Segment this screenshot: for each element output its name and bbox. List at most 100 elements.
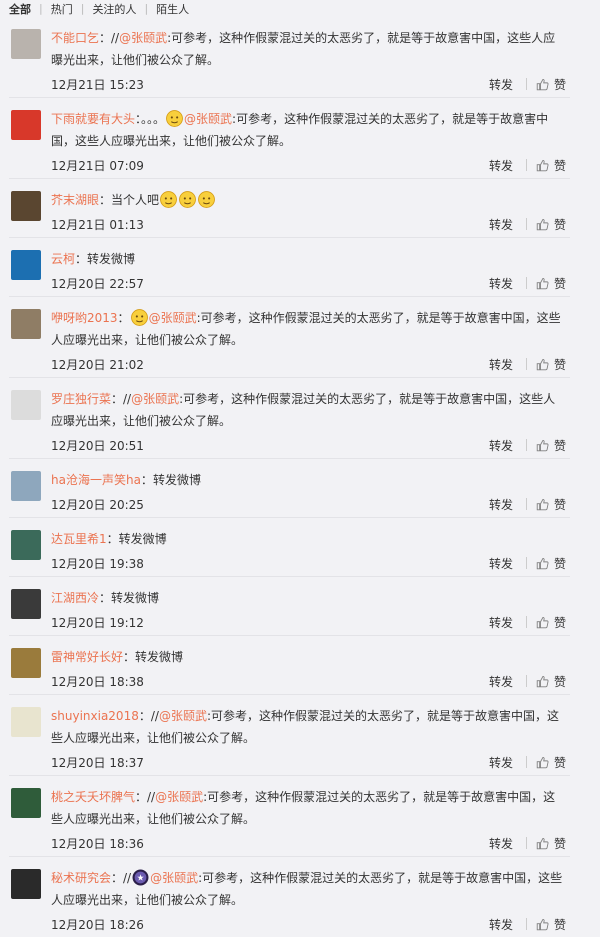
action-divider bbox=[525, 218, 527, 230]
separator: ： bbox=[99, 193, 112, 207]
forward-button[interactable]: 转发 bbox=[489, 76, 513, 93]
avatar[interactable] bbox=[11, 471, 41, 501]
action-divider bbox=[525, 837, 527, 849]
username-link[interactable]: shuyinxia2018 bbox=[51, 709, 139, 723]
thumb-up-icon bbox=[536, 439, 549, 451]
comment-text: 达瓦里希1：转发微博 bbox=[51, 528, 566, 550]
action-divider bbox=[525, 756, 527, 768]
comment-text: 下雨就要有大头：。。。 @张颐武:可参考，这种作假蒙混过关的太恶劣了，就是等于故意… bbox=[51, 108, 566, 152]
avatar[interactable] bbox=[11, 589, 41, 619]
comment-content: 转发微博 bbox=[87, 252, 136, 266]
avatar[interactable] bbox=[11, 309, 41, 339]
action-divider bbox=[525, 498, 527, 510]
forward-button[interactable]: 转发 bbox=[489, 275, 513, 292]
like-button[interactable]: 赞 bbox=[536, 916, 566, 933]
like-button[interactable]: 赞 bbox=[536, 496, 566, 513]
like-button[interactable]: 赞 bbox=[536, 157, 566, 174]
forward-button[interactable]: 转发 bbox=[489, 157, 513, 174]
username-link[interactable]: 罗庄独行菜 bbox=[51, 392, 111, 406]
forward-button[interactable]: 转发 bbox=[489, 496, 513, 513]
forward-button[interactable]: 转发 bbox=[489, 356, 513, 373]
like-button[interactable]: 赞 bbox=[536, 835, 566, 852]
action-divider bbox=[525, 277, 527, 289]
tab-hot[interactable]: 热门 bbox=[51, 1, 73, 17]
mention-link[interactable]: @张颐武 bbox=[155, 790, 203, 804]
comment-text: 芥末湖眼：当个人吧 bbox=[51, 189, 566, 211]
mention-link[interactable]: @张颐武 bbox=[131, 392, 179, 406]
tab-strangers[interactable]: 陌生人 bbox=[156, 1, 189, 17]
mention-link[interactable]: @张颐武 bbox=[184, 112, 232, 126]
username-link[interactable]: 云柯 bbox=[51, 252, 75, 266]
username-link[interactable]: 不能口乞 bbox=[51, 31, 99, 45]
thumb-up-icon bbox=[536, 616, 549, 628]
tab-all[interactable]: 全部 bbox=[9, 1, 31, 17]
action-divider bbox=[525, 616, 527, 628]
comment-item: 咿呀哟2013： @张颐武:可参考，这种作假蒙混过关的太恶劣了，就是等于故意害中国… bbox=[9, 296, 570, 377]
forward-button[interactable]: 转发 bbox=[489, 754, 513, 771]
comment-actions: 转发 赞 bbox=[489, 916, 566, 933]
comment-footer: 12月20日 18:38 转发 赞 bbox=[51, 668, 566, 694]
separator: ： bbox=[99, 591, 112, 605]
comment-footer: 12月20日 20:25 转发 赞 bbox=[51, 491, 566, 517]
like-button[interactable]: 赞 bbox=[536, 437, 566, 454]
forward-button[interactable]: 转发 bbox=[489, 437, 513, 454]
username-link[interactable]: 咿呀哟2013 bbox=[51, 311, 118, 325]
thumb-up-icon bbox=[536, 918, 549, 930]
like-button[interactable]: 赞 bbox=[536, 555, 566, 572]
comment-text: 雷神常好长好：转发微博 bbox=[51, 646, 566, 668]
forward-button[interactable]: 转发 bbox=[489, 216, 513, 233]
timestamp: 12月21日 07:09 bbox=[51, 158, 144, 173]
comment-text: 江湖西冷：转发微博 bbox=[51, 587, 566, 609]
action-divider bbox=[525, 918, 527, 930]
like-button[interactable]: 赞 bbox=[536, 673, 566, 690]
comment-text: 云柯：转发微博 bbox=[51, 248, 566, 270]
comment-text: ha沧海一声笑ha：转发微博 bbox=[51, 469, 566, 491]
mention-link[interactable]: @张颐武 bbox=[150, 871, 198, 885]
username-link[interactable]: 江湖西冷 bbox=[51, 591, 99, 605]
forward-button[interactable]: 转发 bbox=[489, 673, 513, 690]
avatar[interactable] bbox=[11, 530, 41, 560]
avatar[interactable] bbox=[11, 707, 41, 737]
username-link[interactable]: 下雨就要有大头 bbox=[51, 112, 135, 126]
like-button[interactable]: 赞 bbox=[536, 614, 566, 631]
avatar[interactable] bbox=[11, 250, 41, 280]
forward-button[interactable]: 转发 bbox=[489, 555, 513, 572]
avatar[interactable] bbox=[11, 869, 41, 899]
forward-button[interactable]: 转发 bbox=[489, 614, 513, 631]
avatar[interactable] bbox=[11, 648, 41, 678]
like-button[interactable]: 赞 bbox=[536, 275, 566, 292]
comment-content: 转发微博 bbox=[118, 532, 167, 546]
thumb-up-icon bbox=[536, 498, 549, 510]
forward-button[interactable]: 转发 bbox=[489, 916, 513, 933]
comment-item: 芥末湖眼：当个人吧 12月21日 01:13 转发 赞 bbox=[9, 178, 570, 237]
avatar[interactable] bbox=[11, 110, 41, 140]
username-link[interactable]: 雷神常好长好 bbox=[51, 650, 123, 664]
username-link[interactable]: ha沧海一声笑ha bbox=[51, 473, 141, 487]
like-button[interactable]: 赞 bbox=[536, 754, 566, 771]
mention-link[interactable]: @张颐武 bbox=[149, 311, 197, 325]
like-label: 赞 bbox=[553, 438, 566, 453]
avatar[interactable] bbox=[11, 191, 41, 221]
avatar[interactable] bbox=[11, 29, 41, 59]
tab-following[interactable]: 关注的人 bbox=[92, 1, 136, 17]
mention-link[interactable]: @张颐武 bbox=[119, 31, 167, 45]
avatar[interactable] bbox=[11, 788, 41, 818]
username-link[interactable]: 芥末湖眼 bbox=[51, 193, 99, 207]
username-link[interactable]: 桃之夭夭坏脾气 bbox=[51, 790, 135, 804]
comment-footer: 12月20日 18:26 转发 赞 bbox=[51, 911, 566, 937]
username-link[interactable]: 达瓦里希1 bbox=[51, 532, 107, 546]
thumb-up-icon bbox=[536, 358, 549, 370]
username-link[interactable]: 秘术研究会 bbox=[51, 871, 111, 885]
mention-link[interactable]: @张颐武 bbox=[159, 709, 207, 723]
thumb-up-icon bbox=[536, 78, 549, 90]
avatar[interactable] bbox=[11, 390, 41, 420]
comment-actions: 转发 赞 bbox=[489, 754, 566, 771]
timestamp: 12月20日 20:25 bbox=[51, 497, 144, 512]
forward-button[interactable]: 转发 bbox=[489, 835, 513, 852]
like-button[interactable]: 赞 bbox=[536, 216, 566, 233]
like-button[interactable]: 赞 bbox=[536, 356, 566, 373]
comment-item: 罗庄独行菜：//@张颐武:可参考，这种作假蒙混过关的太恶劣了，就是等于故意害中国… bbox=[9, 377, 570, 458]
comment-actions: 转发 赞 bbox=[489, 216, 566, 233]
comment-item: 达瓦里希1：转发微博 12月20日 19:38 转发 赞 bbox=[9, 517, 570, 576]
like-button[interactable]: 赞 bbox=[536, 76, 566, 93]
